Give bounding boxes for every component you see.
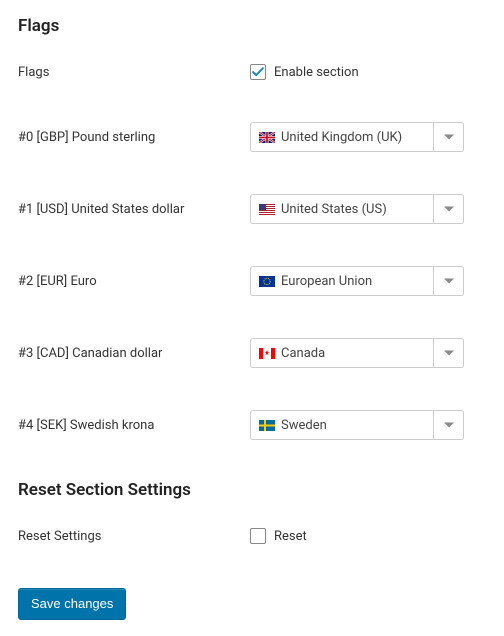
currency-row: #4 [SEK] Swedish krona Sweden	[18, 410, 486, 440]
country-select[interactable]: European Union	[250, 266, 464, 296]
enable-section-checkbox[interactable]	[250, 64, 266, 80]
save-button[interactable]: Save changes	[18, 588, 126, 620]
se-flag-icon	[259, 420, 275, 431]
chevron-down-icon	[433, 267, 463, 295]
country-select-value: Sweden	[281, 418, 327, 433]
country-select-value: United Kingdom (UK)	[281, 130, 402, 145]
currency-label: #2 [EUR] Euro	[18, 274, 250, 289]
currency-label: #0 [GBP] Pound sterling	[18, 130, 250, 145]
checkmark-icon	[251, 65, 265, 79]
country-select[interactable]: Sweden	[250, 410, 464, 440]
currency-row: #1 [USD] United States dollar United Sta…	[18, 194, 486, 224]
country-select[interactable]: United Kingdom (UK)	[250, 122, 464, 152]
reset-checkbox-text: Reset	[274, 529, 307, 544]
eu-flag-icon	[259, 276, 275, 287]
currency-row: #0 [GBP] Pound sterling United Kingdom (…	[18, 122, 486, 152]
chevron-down-icon	[433, 411, 463, 439]
us-flag-icon	[259, 204, 275, 215]
currency-label: #1 [USD] United States dollar	[18, 202, 250, 217]
reset-settings-label: Reset Settings	[18, 529, 250, 544]
row-reset-settings: Reset Settings Reset	[18, 528, 486, 544]
currency-label: #4 [SEK] Swedish krona	[18, 418, 250, 433]
currency-row: #3 [CAD] Canadian dollar Canada	[18, 338, 486, 368]
currency-row: #2 [EUR] Euro European Union	[18, 266, 486, 296]
row-enable-section: Flags Enable section	[18, 64, 486, 80]
enable-section-text: Enable section	[274, 65, 359, 80]
country-select-value: Canada	[281, 346, 325, 361]
uk-flag-icon	[259, 132, 275, 143]
enable-section-label: Flags	[18, 65, 250, 80]
country-select[interactable]: United States (US)	[250, 194, 464, 224]
chevron-down-icon	[433, 195, 463, 223]
reset-checkbox[interactable]	[250, 528, 266, 544]
currency-label: #3 [CAD] Canadian dollar	[18, 346, 250, 361]
country-select-value: European Union	[281, 274, 372, 289]
country-select[interactable]: Canada	[250, 338, 464, 368]
section-flags-heading: Flags	[18, 16, 486, 36]
ca-flag-icon	[259, 348, 275, 359]
chevron-down-icon	[433, 123, 463, 151]
country-select-value: United States (US)	[281, 202, 387, 217]
chevron-down-icon	[433, 339, 463, 367]
section-reset-heading: Reset Section Settings	[18, 480, 486, 500]
